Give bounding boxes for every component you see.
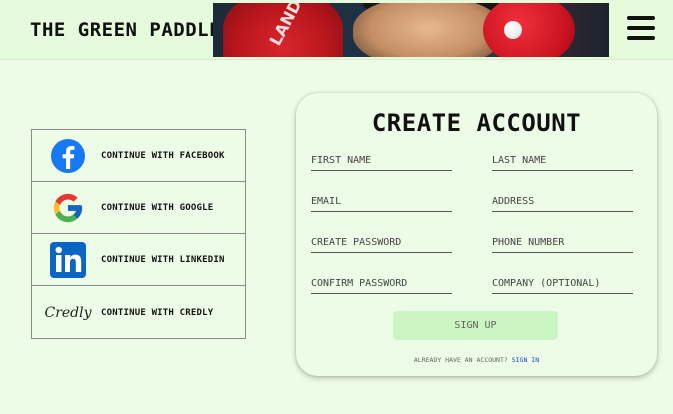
facebook-login-label: CONTINUE WITH FACEBOOK (101, 150, 225, 161)
top-header: THE GREEN PADDLE LAND (0, 0, 673, 60)
banner-paddle (483, 3, 575, 57)
sign-up-button[interactable]: SIGN UP (393, 311, 558, 340)
google-login-button[interactable]: CONTINUE WITH GOOGLE (32, 182, 245, 234)
form-title: CREATE ACCOUNT (371, 109, 582, 137)
first-name-field[interactable] (311, 151, 452, 171)
social-login-panel: CONTINUE WITH FACEBOOK CONTINUE WITH GOO… (31, 129, 246, 339)
phone-number-field[interactable] (492, 233, 633, 253)
credly-login-button[interactable]: Credly CONTINUE WITH CREDLY (32, 286, 245, 340)
brand-title[interactable]: THE GREEN PADDLE (30, 19, 221, 41)
company-field[interactable] (492, 274, 633, 294)
create-password-field[interactable] (311, 233, 452, 253)
facebook-icon (50, 138, 86, 174)
last-name-field[interactable] (492, 151, 633, 171)
google-icon (50, 190, 86, 226)
email-field[interactable] (311, 192, 452, 212)
credly-login-label: CONTINUE WITH CREDLY (101, 308, 214, 318)
already-have-account-text: ALREADY HAVE AN ACCOUNT? (413, 356, 508, 364)
linkedin-icon (50, 241, 86, 278)
banner-ball (504, 21, 522, 39)
google-login-label: CONTINUE WITH GOOGLE (101, 202, 214, 213)
signin-prompt: ALREADY HAVE AN ACCOUNT? SIGN IN (296, 356, 657, 364)
sign-in-link[interactable]: SIGN IN (512, 356, 539, 364)
linkedin-login-label: CONTINUE WITH LINKEDIN (101, 254, 225, 265)
hamburger-menu-icon[interactable] (627, 16, 655, 40)
confirm-password-field[interactable] (311, 274, 452, 294)
linkedin-login-button[interactable]: CONTINUE WITH LINKEDIN (32, 234, 245, 286)
banner-face (353, 3, 503, 57)
hero-banner-image: LAND (213, 3, 609, 57)
credly-logo: Credly (44, 295, 91, 331)
facebook-login-button[interactable]: CONTINUE WITH FACEBOOK (32, 130, 245, 182)
address-field[interactable] (492, 192, 633, 212)
credly-logo-text: Credly (44, 305, 92, 321)
create-account-card: CREATE ACCOUNT SIGN UP ALREADY HAVE AN A… (296, 93, 657, 376)
